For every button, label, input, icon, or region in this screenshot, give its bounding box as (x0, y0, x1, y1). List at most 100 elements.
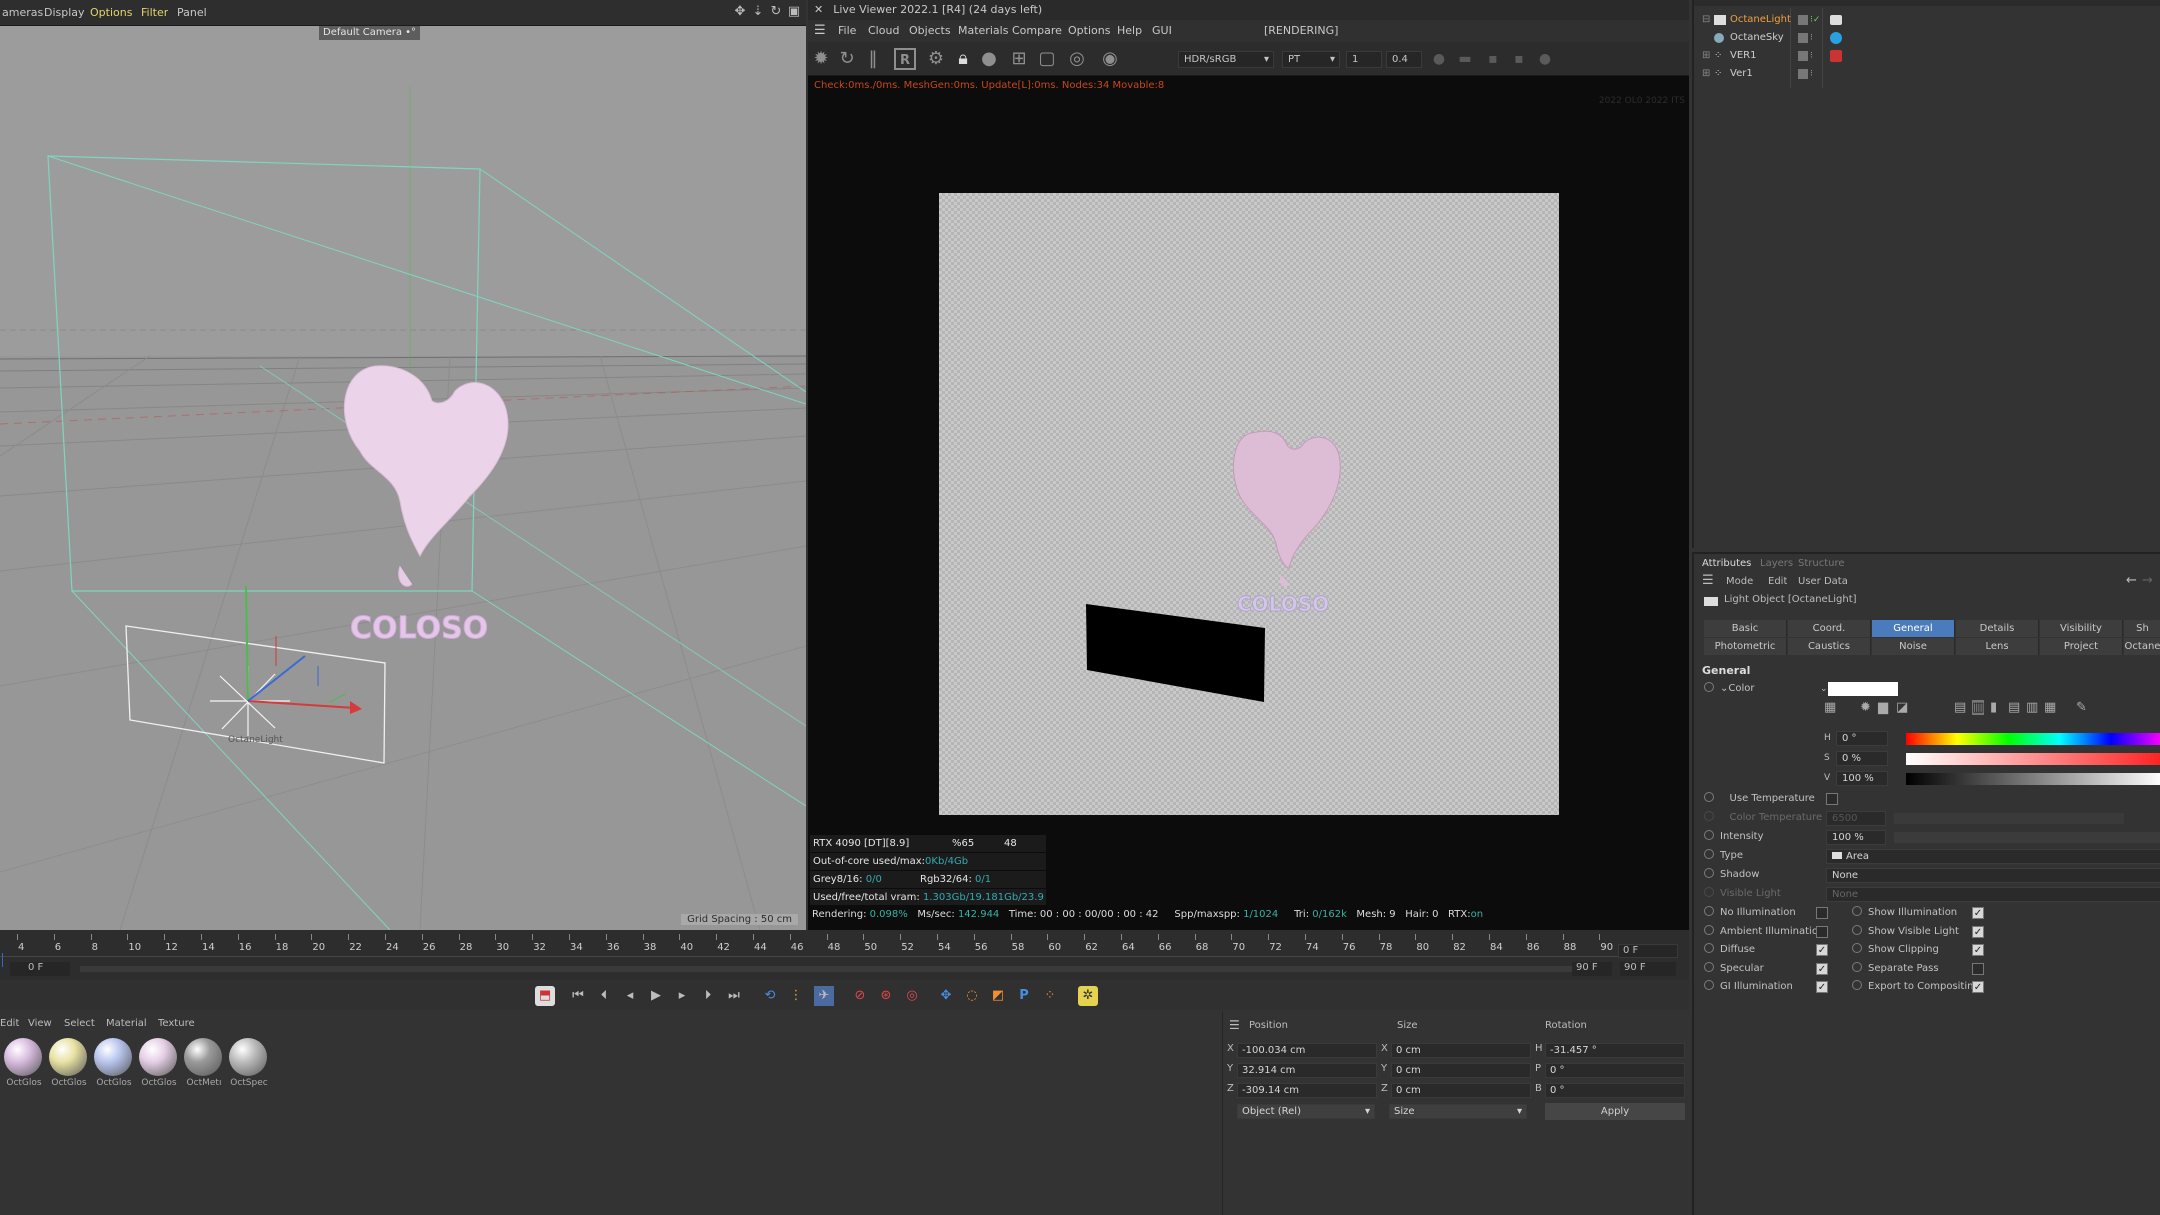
editor-viewport[interactable]: COLOSO OctaneLight ameras Display Option… (0, 0, 806, 930)
start-frame-field[interactable]: 0 F (10, 962, 70, 976)
animate-radio[interactable] (1704, 849, 1714, 859)
move-view-icon[interactable]: ✥ (733, 5, 747, 19)
animate-radio[interactable] (1704, 943, 1714, 953)
menu-cameras[interactable]: ameras (2, 6, 43, 19)
keyframe-record-icon[interactable]: ⬒ (535, 986, 555, 1006)
tab-coord[interactable]: Coord. (1788, 620, 1871, 637)
rotation-field[interactable]: -31.457 ° (1545, 1043, 1685, 1058)
value2-stepper[interactable]: 0.4 (1386, 51, 1422, 68)
record-selected-icon[interactable]: ⊛ (876, 986, 896, 1006)
color-space-select[interactable]: HDR/sRGB ▾ (1178, 51, 1274, 68)
value-field[interactable]: 100 % (1836, 771, 1888, 786)
layer-icon[interactable] (1798, 69, 1808, 79)
send-scene-icon[interactable]: ✹ (810, 48, 832, 70)
save-image-icon[interactable]: ▪ (1508, 48, 1530, 70)
maximize-view-icon[interactable]: ▣ (787, 5, 801, 19)
option-checkbox[interactable]: ✓ (1972, 925, 1984, 938)
visibility-dots-icon[interactable]: ⁝ (1810, 65, 1813, 83)
snapshot-icon[interactable]: ▪ (1482, 48, 1504, 70)
option-checkbox[interactable] (1816, 907, 1828, 919)
animate-radio[interactable] (1852, 943, 1862, 953)
record-icon[interactable]: ◎ (902, 986, 922, 1006)
lv-menu-cloud[interactable]: Cloud (868, 24, 899, 37)
key-rotation-icon[interactable]: ◌ (962, 986, 982, 1006)
tab-octane[interactable]: Octane (2124, 638, 2160, 655)
camera-label[interactable]: Default Camera •° (319, 26, 421, 40)
om-row-octanelight[interactable]: ⊟ OctaneLight ⁝✓ (1694, 11, 2160, 29)
shadow-select[interactable]: None (1826, 868, 2160, 883)
saturation-field[interactable]: 0 % (1836, 751, 1888, 766)
material-item[interactable]: OctGlos (4, 1038, 44, 1088)
layer-icon[interactable] (1798, 33, 1808, 43)
scheme-icon[interactable]: ✲ (1078, 986, 1098, 1006)
layer-icon[interactable] (1798, 15, 1808, 25)
option-checkbox[interactable]: ✓ (1816, 962, 1828, 975)
pick-material-icon[interactable]: ◉ (1099, 48, 1121, 70)
loop-icon[interactable]: ⟲ (760, 986, 780, 1006)
go-to-start-icon[interactable]: ⏮ (568, 986, 588, 1006)
spectrum-icon[interactable]: ✹ (1860, 700, 1871, 715)
tab-visibility[interactable]: Visibility (2040, 620, 2123, 637)
settings-gear-icon[interactable]: ⚙ (925, 48, 947, 70)
rotation-field[interactable]: 0 ° (1545, 1083, 1685, 1098)
timeline-mode-icon[interactable]: ⋮ (786, 986, 806, 1006)
option-checkbox[interactable]: ✓ (1816, 944, 1828, 956)
end-frame-field[interactable]: 90 F (1572, 962, 1612, 976)
mixer-icon[interactable]: ▤ (2008, 700, 2020, 715)
option-checkbox[interactable] (1972, 962, 1984, 975)
previous-frame-icon[interactable]: ◂ (620, 986, 640, 1006)
current-frame-field[interactable]: 0 F (1618, 944, 1678, 958)
tab-caustics[interactable]: Caustics (1788, 638, 1871, 655)
play-icon[interactable]: ▶ (646, 986, 666, 1006)
octane-tag-icon[interactable] (1830, 15, 1842, 25)
image-icon[interactable]: ▆ (1878, 700, 1888, 715)
animate-radio[interactable] (1704, 924, 1714, 935)
previous-key-icon[interactable]: ⏴ (594, 986, 614, 1006)
hamburger-icon[interactable]: ☰ (1702, 573, 1714, 588)
hue-slider[interactable] (1906, 733, 2160, 745)
om-row-ver1-lower[interactable]: ⊞ ⁘ Ver1 ⁝ (1694, 65, 2160, 83)
value-slider[interactable] (1906, 773, 2160, 785)
material-item[interactable]: OctMetı (184, 1038, 224, 1088)
key-scale-icon[interactable]: ◩ (988, 986, 1008, 1006)
attr-menu-edit[interactable]: Edit (1768, 576, 1787, 587)
palette-icon[interactable]: ▥ (2026, 700, 2038, 715)
tab-layers[interactable]: Layers (1760, 558, 1793, 569)
position-field[interactable]: -100.034 cm (1237, 1043, 1377, 1058)
tab-details[interactable]: Details (1956, 620, 2039, 637)
tab-lens[interactable]: Lens (1956, 638, 2039, 655)
saturation-slider[interactable] (1906, 753, 2160, 765)
environment-tag-icon[interactable] (1830, 32, 1842, 44)
menu-panel[interactable]: Panel (177, 6, 207, 19)
next-frame-icon[interactable]: ▸ (672, 986, 692, 1006)
intensity-field[interactable]: 100 % (1826, 830, 1886, 845)
dolly-view-icon[interactable]: ⇣ (751, 5, 765, 19)
value1-stepper[interactable]: 1 (1346, 51, 1382, 68)
layer-icon[interactable] (1798, 51, 1808, 61)
color-wheel-icon[interactable]: ▦ (1824, 700, 1836, 715)
animate-radio[interactable] (1704, 830, 1714, 840)
animate-radio[interactable] (1704, 961, 1714, 972)
motion-path-icon[interactable]: ✈ (814, 986, 834, 1006)
rotate-view-icon[interactable]: ↻ (769, 5, 783, 19)
hamburger-icon[interactable]: ☰ (1229, 1018, 1240, 1032)
grid-icon[interactable]: ▦ (2044, 700, 2056, 715)
mat-menu-texture[interactable]: Texture (158, 1018, 195, 1029)
menu-filter[interactable]: Filter (141, 6, 168, 19)
animate-radio[interactable] (1704, 682, 1714, 692)
option-checkbox[interactable]: ✓ (1972, 944, 1984, 956)
tree-expand-icon[interactable]: ⊞ (1702, 65, 1710, 83)
tab-shadow[interactable]: Sh (2124, 620, 2160, 637)
material-tag-icon[interactable] (1830, 50, 1842, 62)
material-item[interactable]: OctSpec (229, 1038, 269, 1088)
animate-radio[interactable] (1852, 924, 1862, 935)
max-frame-field[interactable]: 90 F (1620, 962, 1676, 976)
key-pla-icon[interactable]: ⁘ (1040, 986, 1060, 1006)
pick-focus-icon[interactable]: ◎ (1066, 48, 1088, 70)
key-param-icon[interactable]: P (1014, 986, 1034, 1006)
kernel-select[interactable]: PT ▾ (1282, 51, 1340, 68)
viewport-scene[interactable]: COLOSO OctaneLight (0, 26, 806, 930)
attr-menu-userdata[interactable]: User Data (1798, 576, 1848, 587)
timeline-ruler[interactable]: 4 6 8 10 12 14 16 18 20 22 24 26 28 30 32 34 36 38 40 42 44 4… (0, 930, 1640, 954)
kelvin-icon[interactable]: ▮ (1990, 700, 1997, 715)
